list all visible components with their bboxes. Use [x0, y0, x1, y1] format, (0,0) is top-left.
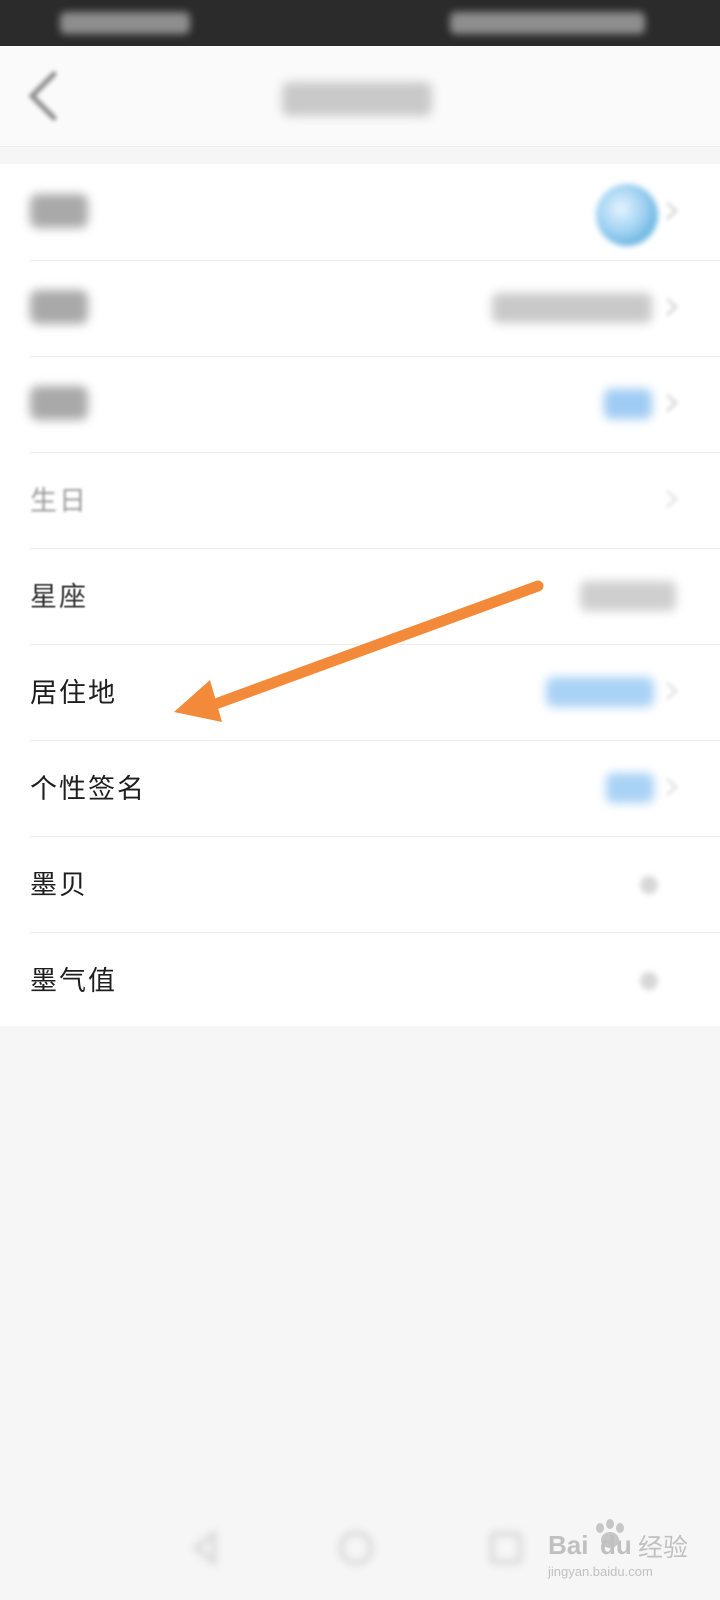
watermark-url: jingyan.baidu.com [548, 1564, 653, 1579]
nav-home-icon[interactable] [334, 1526, 378, 1570]
arrow-head [174, 680, 222, 722]
nav-recents-icon[interactable] [484, 1526, 528, 1570]
watermark-brand: Bai [548, 1530, 589, 1560]
annotation-arrow [174, 580, 544, 722]
watermark-brand-du: du [600, 1530, 632, 1560]
arrow-shaft [204, 580, 544, 712]
nav-back-icon[interactable] [184, 1526, 228, 1570]
watermark-cn: 经验 [638, 1533, 689, 1562]
watermark: Bai du 经验 jingyan.baidu.com [548, 1519, 698, 1588]
